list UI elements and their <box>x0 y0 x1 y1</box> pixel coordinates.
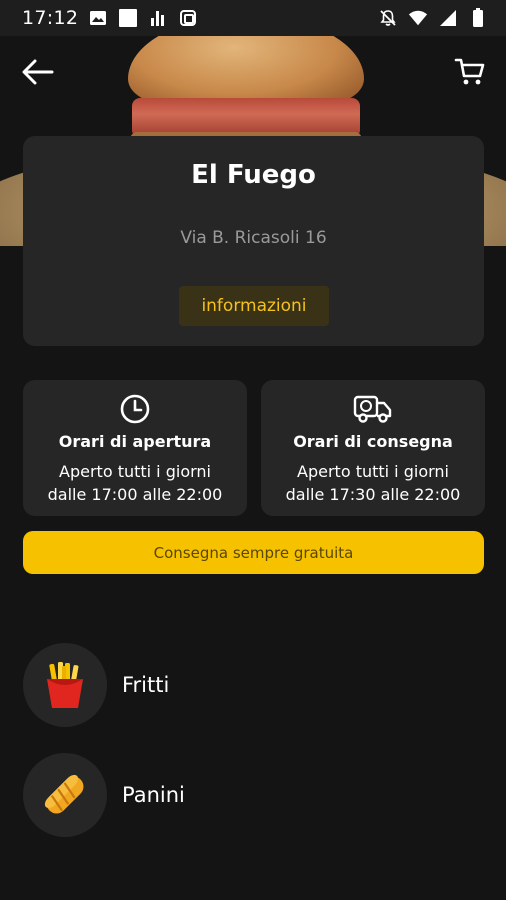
restaurant-address: Via B. Ricasoli 16 <box>180 228 327 248</box>
opening-hours-title: Orari di apertura <box>58 432 212 451</box>
cart-button[interactable] <box>452 54 488 90</box>
category-label: Panini <box>122 783 185 807</box>
info-button[interactable]: informazioni <box>179 286 329 326</box>
status-right <box>378 8 488 28</box>
cart-icon <box>454 58 485 85</box>
free-delivery-banner: Consegna sempre gratuita <box>23 531 484 574</box>
delivery-hours-time: dalle 17:30 alle 22:00 <box>285 485 461 504</box>
category-fritti[interactable]: Fritti <box>23 643 484 727</box>
square-icon <box>118 8 138 28</box>
back-button[interactable] <box>20 54 56 90</box>
category-label: Fritti <box>122 673 170 697</box>
restaurant-name: El Fuego <box>191 160 316 190</box>
bread-icon <box>23 753 107 837</box>
battery-icon <box>468 8 488 28</box>
delivery-truck-icon <box>261 392 485 426</box>
signal-bars-icon <box>148 8 168 28</box>
notifications-off-icon <box>378 8 398 28</box>
burger-bun-top <box>128 36 364 106</box>
status-bar: 17:12 <box>0 0 506 36</box>
status-time: 17:12 <box>22 7 79 29</box>
wifi-icon <box>408 8 428 28</box>
opening-hours-days: Aperto tutti i giorni <box>59 462 211 481</box>
opening-hours-time: dalle 17:00 alle 22:00 <box>47 485 223 504</box>
category-panini[interactable]: Panini <box>23 753 484 837</box>
cell-signal-icon <box>438 8 458 28</box>
screen-record-icon <box>178 8 198 28</box>
arrow-left-icon <box>22 59 54 85</box>
opening-hours-card: Orari di apertura Aperto tutti i giorni … <box>23 380 247 516</box>
delivery-hours-card: Orari di consegna Aperto tutti i giorni … <box>261 380 485 516</box>
status-left: 17:12 <box>22 7 198 29</box>
image-icon <box>88 8 108 28</box>
delivery-hours-title: Orari di consegna <box>293 432 453 451</box>
clock-icon <box>23 392 247 426</box>
fries-icon <box>23 643 107 727</box>
delivery-hours-days: Aperto tutti i giorni <box>297 462 449 481</box>
restaurant-card: El Fuego Via B. Ricasoli 16 informazioni <box>23 136 484 346</box>
